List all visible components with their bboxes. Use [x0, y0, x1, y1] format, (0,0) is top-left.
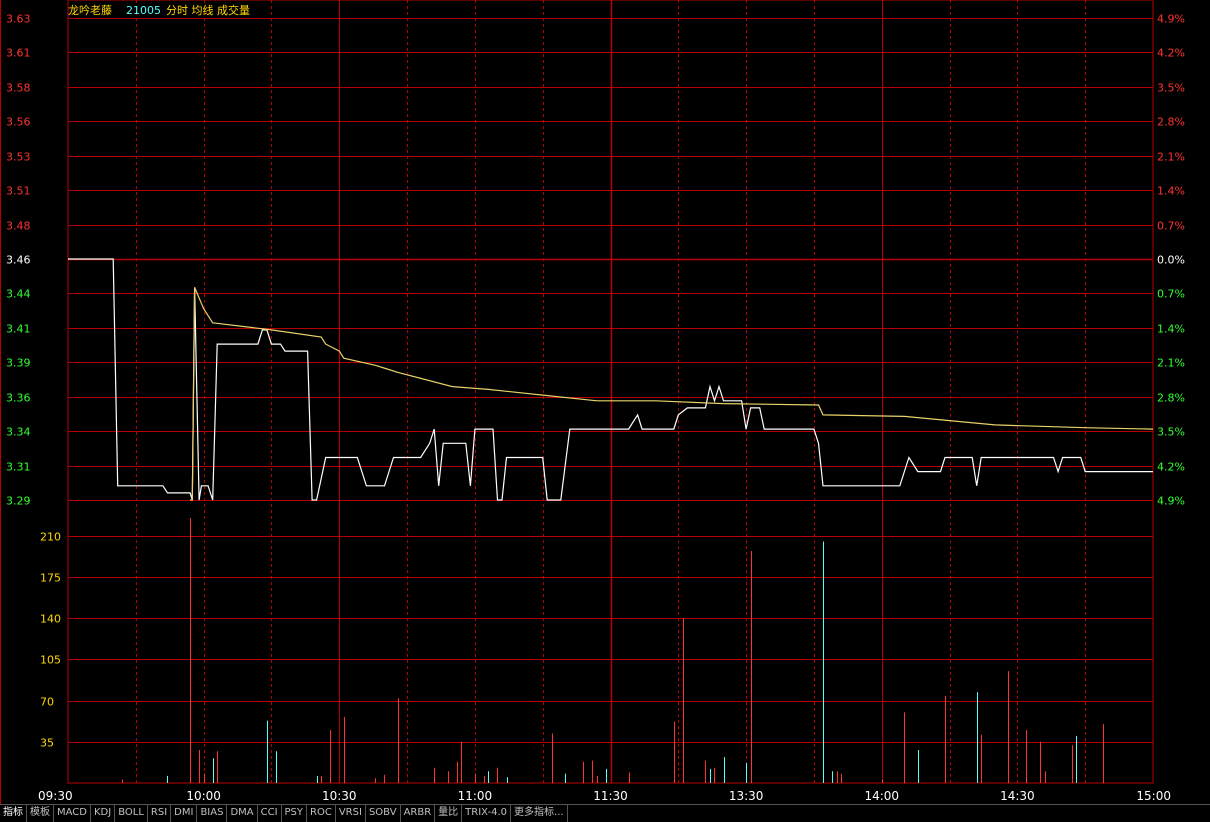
price-line	[68, 258, 1153, 501]
price-tick-label: 3.36	[6, 392, 31, 405]
intraday-chart: 3.63 3.61 3.58 3.56 3.53 3.51 3.48 3.46 3.44 3.41…	[0, 0, 1185, 804]
time-tick-label: 11:30	[593, 789, 628, 803]
indicator-tab[interactable]: BOLL	[115, 805, 148, 822]
price-tick-label: 3.39	[6, 357, 31, 370]
percent-tick-label: 0.0%	[1157, 254, 1185, 267]
indicator-tab[interactable]: 指标	[0, 805, 27, 822]
volume-bars	[122, 518, 1104, 783]
price-tick-label: 3.53	[6, 151, 31, 164]
price-tick-label: 3.46	[6, 254, 31, 267]
time-tick-label: 10:30	[322, 789, 357, 803]
price-tick-label: 3.48	[6, 220, 31, 233]
indicator-tab[interactable]: PSY	[282, 805, 308, 822]
chart-frame	[67, 0, 1154, 784]
volume-tick-label: 105	[40, 654, 61, 667]
price-tick-label: 3.58	[6, 82, 31, 95]
percent-tick-label: 4.9%	[1157, 13, 1185, 26]
indicator-tab[interactable]: 模板	[27, 805, 54, 822]
percent-tick-label: 2.8%	[1157, 392, 1185, 405]
indicator-tab[interactable]: SOBV	[366, 805, 401, 822]
chart-header: 龙吟老藤 21005 分时 均线 成交量	[68, 3, 250, 17]
percent-tick-label: 0.7%	[1157, 288, 1185, 301]
volume-tick-label: 175	[40, 572, 61, 585]
indicator-tab[interactable]: 更多指标...	[511, 805, 568, 822]
price-tick-label: 3.29	[6, 495, 31, 508]
time-axis-labels: 09:30 10:00 10:30 11:00 11:30 13:30 14:00 14:30…	[38, 789, 1171, 803]
time-tick-label: 11:00	[458, 789, 493, 803]
indicator-tab[interactable]: BIAS	[197, 805, 228, 822]
indicator-tab[interactable]: MACD	[54, 805, 91, 822]
price-axis-labels: 3.63 3.61 3.58 3.56 3.53 3.51 3.48 3.46 3.44 3.41…	[6, 13, 31, 508]
volume-tick-label: 70	[40, 696, 54, 709]
indicator-tab[interactable]: CCI	[258, 805, 282, 822]
average-price-line	[190, 287, 1154, 501]
chart-grid	[0, 0, 1154, 804]
price-tick-label: 3.56	[6, 116, 31, 129]
time-tick-label: 14:30	[1000, 789, 1035, 803]
time-tick-label: 10:00	[186, 789, 221, 803]
price-tick-label: 3.31	[6, 461, 31, 474]
price-tick-label: 3.34	[6, 426, 31, 439]
percent-tick-label: 1.4%	[1157, 185, 1185, 198]
view-label: 分时 均线 成交量	[166, 3, 250, 17]
price-tick-label: 3.41	[6, 323, 31, 336]
indicator-tab[interactable]: VRSI	[336, 805, 366, 822]
indicator-tab-bar: 指标 模板 MACD KDJ BOLL RSI DMI BIAS DMA CCI PSY ROC VRS…	[0, 804, 1210, 822]
price-tick-label: 3.44	[6, 288, 31, 301]
stock-code: 21005	[126, 4, 161, 17]
price-tick-label: 3.61	[6, 47, 31, 60]
volume-tick-label: 140	[40, 613, 61, 626]
price-tick-label: 3.51	[6, 185, 31, 198]
time-tick-label: 09:30	[38, 789, 73, 803]
volume-tick-label: 210	[40, 531, 61, 544]
time-tick-label: 13:30	[729, 789, 764, 803]
indicator-tab[interactable]: ARBR	[401, 805, 436, 822]
percent-tick-label: 4.2%	[1157, 47, 1185, 60]
time-tick-label: 15:00	[1136, 789, 1171, 803]
volume-tick-label: 35	[40, 737, 54, 750]
percent-axis-labels: 4.9% 4.2% 3.5% 2.8% 2.1% 1.4% 0.7% 0.0% 0.7% 1.4%…	[1157, 13, 1185, 508]
time-tick-label: 14:00	[864, 789, 899, 803]
percent-tick-label: 0.7%	[1157, 220, 1185, 233]
percent-tick-label: 2.8%	[1157, 116, 1185, 129]
indicator-tab[interactable]: ROC	[307, 805, 336, 822]
percent-tick-label: 1.4%	[1157, 323, 1185, 336]
price-lines	[68, 258, 1154, 501]
percent-tick-label: 2.1%	[1157, 357, 1185, 370]
price-tick-label: 3.63	[6, 13, 31, 26]
indicator-tab[interactable]: DMI	[171, 805, 198, 822]
indicator-tab[interactable]: KDJ	[91, 805, 116, 822]
percent-tick-label: 3.5%	[1157, 426, 1185, 439]
indicator-tab[interactable]: RSI	[148, 805, 172, 822]
percent-tick-label: 3.5%	[1157, 82, 1185, 95]
indicator-tab[interactable]: 量比	[435, 805, 463, 822]
percent-tick-label: 2.1%	[1157, 151, 1185, 164]
percent-tick-label: 4.9%	[1157, 495, 1185, 508]
stock-name: 龙吟老藤	[68, 3, 112, 17]
indicator-tab[interactable]: TRIX-4.0	[462, 805, 512, 822]
percent-tick-label: 4.2%	[1157, 461, 1185, 474]
indicator-tab[interactable]: DMA	[227, 805, 258, 822]
volume-axis-labels: 210 175 140 105 70 35	[40, 531, 61, 750]
